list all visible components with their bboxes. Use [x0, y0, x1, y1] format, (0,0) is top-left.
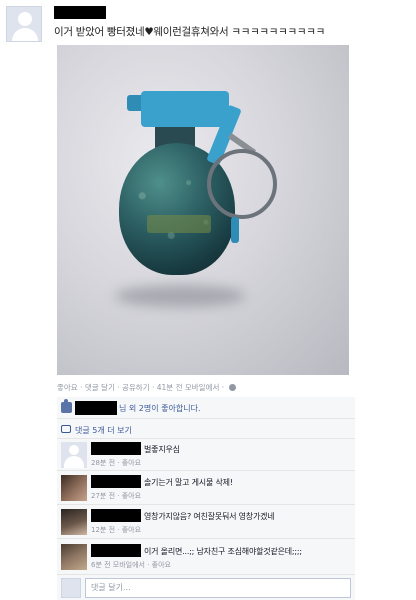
commenter-avatar[interactable] — [61, 544, 87, 570]
comment-item: 영창가지않음? 여친잘못둬서 영창가겠네 12분 전 · 좋아요 — [57, 505, 355, 539]
comment-meta: 28분 전 · 좋아요 — [91, 459, 142, 467]
comment-time[interactable]: 27분 전 — [91, 492, 115, 500]
comment-meta: 27분 전 · 좋아요 — [91, 492, 142, 500]
comment-like-link[interactable]: 좋아요 — [122, 492, 141, 500]
comment-input[interactable]: 댓글 달기... — [85, 578, 351, 598]
post-actions: 좋아요 · 댓글 달기 · 공유하기 · 41분 전 모바일에서 · — [57, 382, 236, 393]
comment-meta: 12분 전 · 좋아요 — [91, 526, 142, 534]
comment-item: 벌좋지우심 28분 전 · 좋아요 — [57, 439, 355, 471]
post-author-avatar[interactable] — [6, 6, 42, 42]
thumbs-up-icon — [61, 399, 72, 413]
post-text: 이거 받았어 빵터졌네♥웨이런걸휴쳐와서 ㅋㅋㅋㅋㅋㅋㅋㅋㅋㅋ — [54, 26, 325, 38]
post-time[interactable]: 41분 전 모바일에서 — [157, 383, 220, 392]
comment-item: 솔기는거 말고 게시물 삭제! 27분 전 · 좋아요 — [57, 471, 355, 505]
write-comment-row: 댓글 달기... — [57, 575, 355, 600]
commenter-avatar[interactable] — [61, 475, 87, 501]
comment-text: 이거 올리면...;; 남자친구 조심해야할것같은데;;;; — [144, 547, 302, 556]
more-comments-row[interactable]: 댓글 5개 더 보기 — [57, 419, 355, 439]
liker-name-redacted — [75, 401, 117, 415]
current-user-avatar — [61, 578, 81, 598]
like-link[interactable]: 좋아요 — [57, 383, 78, 392]
more-comments-link[interactable]: 댓글 5개 더 보기 — [75, 425, 132, 436]
comment-text: 벌좋지우심 — [144, 445, 180, 454]
commenter-avatar[interactable] — [61, 509, 87, 535]
commenter-avatar[interactable] — [61, 442, 87, 468]
likes-text[interactable]: 님 외 2명이 좋아합니다. — [119, 403, 201, 414]
comment-text: 솔기는거 말고 게시물 삭제! — [144, 478, 233, 487]
comment-bubble-icon — [61, 425, 71, 433]
comment-link[interactable]: 댓글 달기 — [85, 383, 115, 392]
share-link[interactable]: 공유하기 — [122, 383, 150, 392]
comment-time[interactable]: 12분 전 — [91, 526, 115, 534]
default-avatar-icon — [69, 445, 79, 455]
comment-time[interactable]: 6분 전 모바일에서 — [91, 561, 145, 569]
comment-time[interactable]: 28분 전 — [91, 459, 115, 467]
globe-icon — [228, 384, 236, 391]
comment-text: 영창가지않음? 여친잘못둬서 영창가겠네 — [144, 512, 275, 521]
comment-like-link[interactable]: 좋아요 — [152, 561, 171, 569]
commenter-name-redacted — [91, 442, 141, 455]
feedback-box: 님 외 2명이 좋아합니다. 댓글 5개 더 보기 벌좋지우심 28분 전 · … — [57, 397, 355, 600]
commenter-name-redacted — [91, 544, 141, 557]
commenter-name-redacted — [91, 475, 141, 488]
comment-meta: 6분 전 모바일에서 · 좋아요 — [91, 561, 171, 569]
default-avatar-icon — [18, 12, 32, 26]
comment-item: 이거 올리면...;; 남자친구 조심해야할것같은데;;;; 6분 전 모바일에… — [57, 539, 355, 575]
post-photo[interactable] — [57, 45, 349, 375]
comment-like-link[interactable]: 좋아요 — [122, 459, 141, 467]
comment-like-link[interactable]: 좋아요 — [122, 526, 141, 534]
commenter-name-redacted — [91, 509, 141, 522]
post-author-name-redacted — [54, 6, 106, 19]
likes-row: 님 외 2명이 좋아합니다. — [57, 397, 355, 419]
